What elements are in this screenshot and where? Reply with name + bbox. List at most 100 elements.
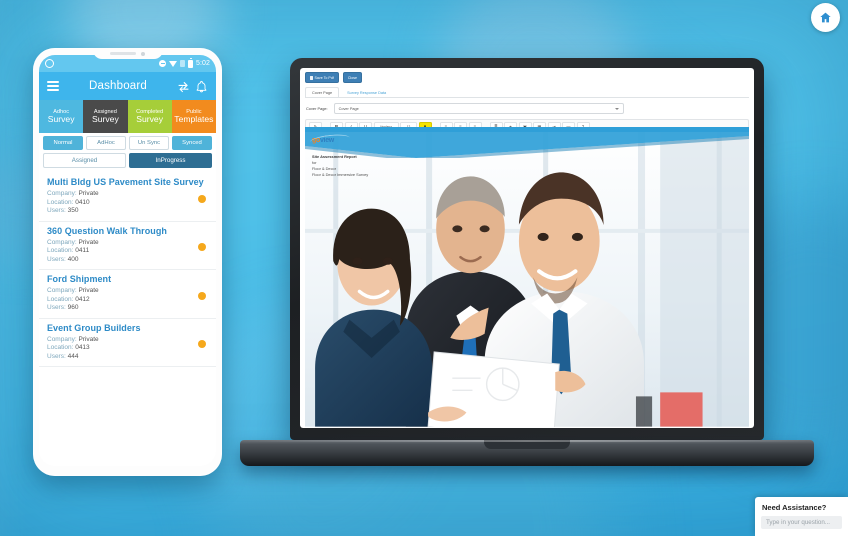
save-to-pdf-button[interactable]: Save To Pdf — [305, 72, 339, 83]
chat-widget: Need Assistance? Type in your question..… — [755, 497, 848, 536]
category-label-bottom: Survey — [136, 114, 163, 125]
close-label: Close — [347, 75, 358, 80]
location-label: Location: — [47, 247, 74, 254]
list-item[interactable]: Ford Shipment Company: Private Location:… — [39, 270, 216, 319]
doc-line-survey: Floor & Decor Immersive Survey — [312, 172, 369, 178]
list-item[interactable]: Multi Bldg US Pavement Site Survey Compa… — [39, 173, 216, 222]
status-bar-time: 5:02 — [195, 60, 210, 67]
category-adhoc-survey[interactable]: Adhoc Survey — [39, 100, 84, 133]
survey-category-tabs: Adhoc Survey Assigned Survey Completed S… — [39, 100, 216, 133]
cover-page-form-row: Cover Page: Cover Page — [305, 103, 749, 114]
survey-title: Event Group Builders — [47, 322, 141, 333]
goview-logo: goview — [309, 132, 351, 148]
survey-users-row: Users: 960 — [47, 304, 208, 311]
status-badge — [198, 243, 206, 252]
users-label: Users: — [47, 304, 66, 311]
users-value: 350 — [67, 207, 79, 214]
circle-o-icon — [45, 59, 54, 68]
status-badge — [198, 340, 206, 349]
list-item[interactable]: 360 Question Walk Through Company: Priva… — [39, 222, 216, 270]
location-value: 0412 — [75, 295, 90, 303]
phone-camera — [141, 51, 145, 56]
wifi-icon — [169, 60, 178, 67]
phone-app-bar: Dashboard — [39, 72, 216, 100]
cover-photo — [305, 132, 749, 427]
category-public-templates[interactable]: Public Templates — [171, 100, 216, 133]
category-label-bottom: Survey — [47, 114, 75, 125]
location-value: 0410 — [75, 198, 90, 206]
users-value: 444 — [67, 352, 79, 360]
company-label: Company: — [47, 287, 77, 294]
status-badge — [198, 291, 206, 300]
survey-company-row: Company: Private — [47, 190, 208, 197]
sync-arrows-icon[interactable] — [177, 80, 190, 93]
location-label: Location: — [47, 198, 74, 206]
laptop-lid: Save To Pdf Close Cover Page Survey Resp… — [290, 58, 764, 440]
document-body: goview Site Assessment Report for Floor … — [305, 132, 749, 428]
cover-page-field-label: Cover Page: — [306, 106, 328, 111]
filter-adhoc[interactable]: AdHoc — [86, 136, 126, 150]
chat-title: Need Assistance? — [762, 503, 827, 512]
close-button[interactable]: Close — [342, 72, 363, 83]
laptop-screen: Save To Pdf Close Cover Page Survey Resp… — [300, 68, 754, 428]
users-value: 960 — [67, 304, 79, 311]
phone-notch — [92, 48, 163, 59]
filter-normal[interactable]: Normal — [43, 136, 83, 150]
survey-users-row: Users: 444 — [47, 353, 208, 360]
company-label: Company: — [47, 190, 77, 197]
notification-bell-icon[interactable] — [195, 80, 208, 93]
page-title: Dashboard — [88, 80, 148, 92]
category-completed-survey[interactable]: Completed Survey — [127, 100, 172, 133]
list-item[interactable]: Event Group Builders Company: Private Lo… — [39, 319, 216, 367]
company-value: Private — [78, 238, 99, 246]
phone-mockup: 5:02 Dashboard Adhoc Survey Assigned Sur… — [33, 48, 222, 476]
survey-company-row: Company: Private — [47, 336, 208, 343]
status-badge — [198, 194, 206, 203]
users-label: Users: — [47, 207, 66, 214]
tab-cover-page[interactable]: Cover Page — [305, 87, 340, 97]
phone-speaker — [110, 52, 136, 55]
survey-title: 360 Question Walk Through — [47, 225, 167, 236]
document-preview[interactable]: goview Site Assessment Report for Floor … — [305, 127, 749, 428]
do-not-disturb-icon — [159, 60, 167, 67]
survey-company-row: Company: Private — [47, 239, 208, 246]
filter-inprogress[interactable]: InProgress — [129, 153, 212, 168]
cover-page-select-value: Cover Page — [338, 106, 359, 111]
battery-icon — [188, 57, 193, 68]
chevron-down-icon — [614, 107, 619, 110]
survey-company-row: Company: Private — [47, 287, 208, 294]
filter-assigned[interactable]: Assigned — [43, 153, 126, 168]
company-value: Private — [78, 335, 99, 343]
users-value: 400 — [67, 255, 79, 263]
save-to-pdf-label: Save To Pdf — [314, 75, 334, 80]
company-value: Private — [78, 287, 99, 294]
category-assigned-survey[interactable]: Assigned Survey — [83, 100, 128, 133]
location-label: Location: — [47, 344, 74, 351]
survey-users-row: Users: 350 — [47, 207, 208, 214]
location-label: Location: — [47, 295, 74, 303]
filter-unsync[interactable]: Un Sync — [129, 136, 169, 150]
users-label: Users: — [47, 352, 66, 360]
tab-survey-response-data[interactable]: Survey Response Data — [340, 87, 393, 97]
laptop-base — [240, 440, 814, 466]
survey-users-row: Users: 400 — [47, 256, 208, 263]
company-label: Company: — [47, 238, 77, 246]
filter-synced[interactable]: Synced — [172, 136, 212, 150]
chat-input[interactable]: Type in your question... — [761, 516, 842, 529]
hamburger-menu-icon[interactable] — [47, 81, 59, 91]
home-button[interactable] — [811, 3, 840, 32]
cover-page-select[interactable]: Cover Page — [333, 103, 624, 114]
editor-tabs: Cover Page Survey Response Data — [305, 87, 749, 98]
company-value: Private — [78, 190, 99, 197]
survey-location-row: Location: 0412 — [47, 296, 208, 303]
filter-section: Normal AdHoc Un Sync Synced Assigned InP… — [39, 133, 216, 173]
survey-title: Ford Shipment — [47, 274, 112, 284]
document-cover-text: Site Assessment Report for Floor & Decor… — [312, 154, 368, 178]
category-label-bottom: Survey — [92, 114, 119, 125]
category-label-bottom: Templates — [174, 114, 214, 125]
survey-list: Multi Bldg US Pavement Site Survey Compa… — [39, 173, 216, 367]
sim-icon — [180, 59, 186, 68]
survey-editor-app: Save To Pdf Close Cover Page Survey Resp… — [300, 68, 754, 428]
company-label: Company: — [47, 335, 77, 343]
location-value: 0413 — [75, 344, 90, 351]
